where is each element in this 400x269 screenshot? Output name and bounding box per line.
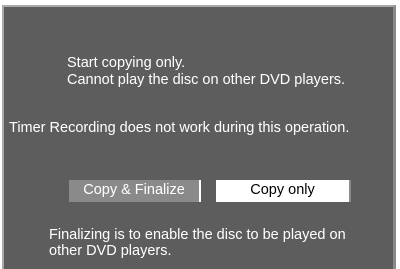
copy-only-button[interactable]: Copy only: [216, 180, 351, 202]
message-line-1: Start copying only.: [67, 55, 186, 71]
copy-dialog: Start copying only. Cannot play the disc…: [2, 5, 396, 269]
message-line-2: Cannot play the disc on other DVD player…: [67, 72, 346, 88]
timer-warning-text: Timer Recording does not work during thi…: [9, 120, 350, 136]
finalize-note-line-2: other DVD players.: [49, 243, 172, 259]
copy-and-finalize-button[interactable]: Copy & Finalize: [69, 180, 201, 202]
screen: Start copying only. Cannot play the disc…: [0, 0, 400, 269]
finalize-note-line-1: Finalizing is to enable the disc to be p…: [49, 227, 346, 243]
